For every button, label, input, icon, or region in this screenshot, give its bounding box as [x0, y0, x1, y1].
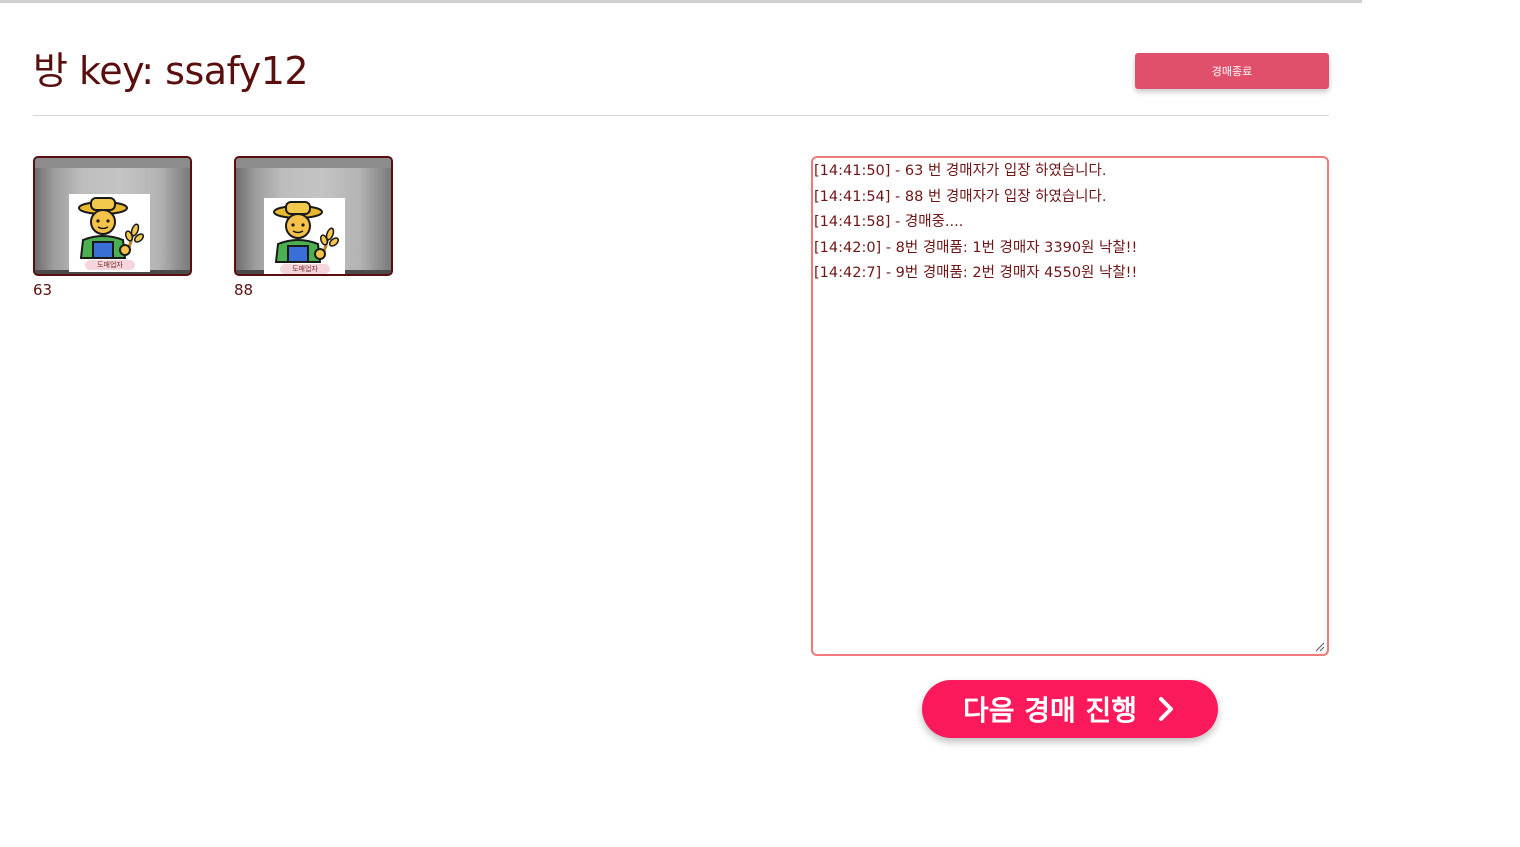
end-auction-button[interactable]: 경매종료	[1135, 53, 1329, 89]
log-line: [14:42:7] - 9번 경매품: 2번 경매자 4550원 낙찰!!	[814, 265, 1138, 281]
participant-video: 도매업자	[234, 156, 393, 276]
participant-label: 63	[33, 281, 53, 299]
participant-label: 88	[234, 281, 254, 299]
avatar-tag: 도매업자	[85, 260, 135, 270]
participant-tile: 도매업자 63	[33, 156, 192, 299]
avatar: 도매업자	[264, 198, 345, 274]
participant-video: 도매업자	[33, 156, 192, 276]
resize-grip-icon[interactable]	[1315, 642, 1325, 652]
auction-log-textarea[interactable]: [14:41:50] - 63 번 경매자가 입장 하였습니다. [14:41:…	[811, 156, 1329, 656]
page-title: 방 key: ssafy12	[33, 49, 309, 93]
avatar: 도매업자	[69, 194, 150, 272]
log-line: [14:42:0] - 8번 경매품: 1번 경매자 3390원 낙찰!!	[814, 239, 1138, 256]
next-auction-button[interactable]: 다음 경매 진행	[922, 680, 1218, 738]
farmer-icon	[273, 201, 340, 263]
header-divider	[33, 115, 1329, 116]
top-rule	[0, 0, 1362, 3]
farmer-icon	[78, 197, 145, 259]
participant-tile: 도매업자 88	[234, 156, 393, 299]
log-line: [14:41:50] - 63 번 경매자가 입장 하였습니다.	[814, 163, 1107, 179]
log-line: [14:41:58] - 경매중....	[814, 214, 964, 230]
next-auction-label: 다음 경매 진행	[962, 694, 1138, 727]
avatar-tag: 도매업자	[280, 264, 330, 274]
chevron-right-icon	[1159, 697, 1174, 721]
log-line: [14:41:54] - 88 번 경매자가 입장 하였습니다.	[814, 188, 1107, 205]
